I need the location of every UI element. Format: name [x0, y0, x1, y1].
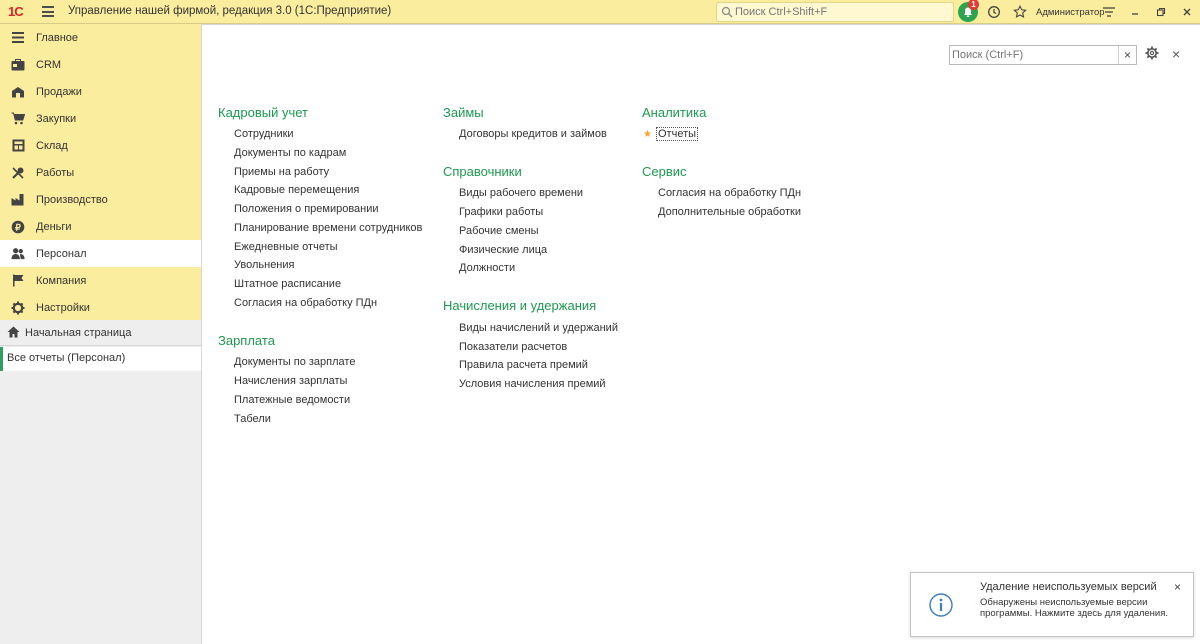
notifications-bell-icon[interactable]: 1 [958, 0, 979, 22]
link-accrual-types[interactable]: Виды начислений и удержаний [459, 322, 618, 334]
notification-text[interactable]: Обнаружены неиспользуемые версии програм… [980, 597, 1180, 619]
section-title-service: Сервис [642, 164, 687, 179]
crm-icon [11, 58, 25, 72]
sidebar-item-warehouse[interactable]: Склад [0, 132, 201, 159]
link-work-schedules[interactable]: Графики работы [459, 206, 543, 218]
favorites-star-icon[interactable] [1011, 3, 1029, 21]
link-staff-schedule[interactable]: Штатное расписание [234, 278, 341, 290]
link-salary-accruals[interactable]: Начисления зарплаты [234, 375, 347, 387]
form-search[interactable]: × [949, 45, 1137, 65]
top-bar: 1С Управление нашей фирмой, редакция 3.0… [0, 0, 1200, 24]
notification-popup[interactable]: Удаление неиспользуемых версий Обнаружен… [910, 572, 1194, 637]
link-hr-documents[interactable]: Документы по кадрам [234, 147, 346, 159]
app-title: Управление нашей фирмой, редакция 3.0 (1… [68, 5, 392, 17]
sidebar: Главное CRM Продажи Закупки Склад Работы… [0, 24, 201, 320]
section-title-salary: Зарплата [218, 333, 275, 348]
section-title-accruals: Начисления и удержания [443, 298, 597, 313]
logo: 1С [8, 4, 24, 19]
section-title-references: Справочники [443, 164, 522, 179]
form-settings-gear-icon[interactable] [1145, 46, 1159, 63]
link-work-time-types[interactable]: Виды рабочего времени [459, 187, 583, 199]
open-window-tab[interactable]: Все отчеты (Персонал) [0, 347, 201, 371]
link-dismissals[interactable]: Увольнения [234, 259, 294, 271]
sidebar-item-company[interactable]: Компания [0, 267, 201, 294]
user-name[interactable]: Администратор [1036, 7, 1105, 18]
sidebar-item-production[interactable]: Производство [0, 186, 201, 213]
main-menu-icon[interactable] [42, 6, 54, 17]
restore-icon[interactable] [1152, 3, 1170, 21]
history-icon[interactable] [985, 3, 1003, 21]
reports-form: × × Кадровый учет Сотрудники Документы п… [201, 24, 1200, 644]
sidebar-item-money[interactable]: ₽ Деньги [0, 213, 201, 240]
menu-lines-icon [11, 31, 25, 45]
link-bonus-conditions[interactable]: Условия начисления премий [459, 378, 606, 390]
tools-icon [11, 166, 25, 180]
link-work-shifts[interactable]: Рабочие смены [459, 225, 538, 237]
settings-lines-icon[interactable] [1100, 3, 1118, 21]
money-icon: ₽ [11, 220, 25, 234]
sidebar-item-personnel[interactable]: Персонал [0, 240, 201, 267]
sidebar-item-crm[interactable]: CRM [0, 51, 201, 78]
link-timesheets[interactable]: Табели [234, 413, 271, 425]
people-icon [11, 247, 25, 261]
close-window-icon[interactable] [1178, 3, 1196, 21]
home-page-link[interactable]: Начальная страница [0, 320, 201, 346]
section-title-loans: Займы [443, 105, 484, 120]
link-transfers[interactable]: Кадровые перемещения [234, 184, 359, 196]
link-salary-documents[interactable]: Документы по зарплате [234, 356, 355, 368]
sidebar-item-settings[interactable]: Настройки [0, 294, 201, 321]
open-windows-panel: Начальная страница Все отчеты (Персонал) [0, 320, 201, 644]
clear-search-icon[interactable]: × [1118, 46, 1136, 64]
link-positions[interactable]: Должности [459, 262, 515, 274]
gear-icon [11, 301, 25, 315]
home-icon [7, 326, 20, 341]
favorite-star-icon[interactable]: ★ [643, 129, 652, 140]
search-icon [721, 6, 733, 18]
section-title-analytics: Аналитика [642, 105, 707, 120]
link-time-planning[interactable]: Планирование времени сотрудников [234, 222, 422, 234]
notification-close-icon[interactable]: × [1174, 580, 1181, 594]
notification-badge: 1 [968, 0, 979, 10]
notification-title: Удаление неиспользуемых версий [980, 581, 1157, 593]
section-title-hr: Кадровый учет [218, 105, 308, 120]
sidebar-item-works[interactable]: Работы [0, 159, 201, 186]
link-hirings[interactable]: Приемы на работу [234, 166, 329, 178]
global-search[interactable] [716, 2, 954, 22]
global-search-input[interactable] [735, 4, 950, 20]
warehouse-icon [11, 139, 25, 153]
sales-icon [11, 85, 25, 99]
link-individuals[interactable]: Физические лица [459, 244, 547, 256]
sidebar-item-purchases[interactable]: Закупки [0, 105, 201, 132]
link-employees[interactable]: Сотрудники [234, 128, 294, 140]
info-icon [929, 593, 953, 620]
minimize-icon[interactable] [1126, 3, 1144, 21]
link-reports[interactable]: Отчеты [656, 127, 699, 141]
sidebar-item-sales[interactable]: Продажи [0, 78, 201, 105]
link-pd-consents[interactable]: Согласия на обработку ПДн [234, 297, 377, 309]
factory-icon [11, 193, 25, 207]
link-bonus-regulations[interactable]: Положения о премировании [234, 203, 379, 215]
link-service-pd-consents[interactable]: Согласия на обработку ПДн [658, 187, 801, 199]
link-payment-statements[interactable]: Платежные ведомости [234, 394, 350, 406]
link-daily-reports[interactable]: Ежедневные отчеты [234, 241, 338, 253]
link-bonus-rules[interactable]: Правила расчета премий [459, 359, 588, 371]
link-calc-indicators[interactable]: Показатели расчетов [459, 341, 567, 353]
cart-icon [11, 112, 25, 126]
svg-text:₽: ₽ [15, 222, 21, 232]
form-close-icon[interactable]: × [1172, 46, 1180, 62]
link-additional-processing[interactable]: Дополнительные обработки [658, 206, 801, 218]
form-search-input[interactable] [952, 47, 1117, 63]
flag-icon [11, 274, 25, 288]
sidebar-item-main[interactable]: Главное [0, 24, 201, 51]
link-loan-contracts[interactable]: Договоры кредитов и займов [459, 128, 607, 140]
